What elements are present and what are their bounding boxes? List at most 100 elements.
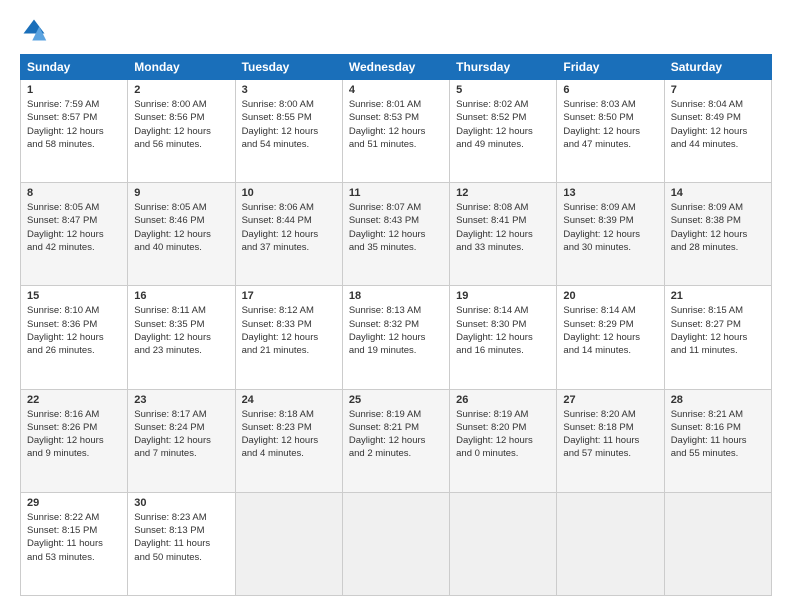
cell-content: Sunrise: 8:15 AMSunset: 8:27 PMDaylight:… xyxy=(671,305,748,356)
cell-content: Sunrise: 8:05 AMSunset: 8:46 PMDaylight:… xyxy=(134,202,211,253)
calendar-cell: 28 Sunrise: 8:21 AMSunset: 8:16 PMDayligh… xyxy=(664,389,771,492)
day-number: 27 xyxy=(563,394,657,406)
calendar-cell: 21Sunrise: 8:15 AMSunset: 8:27 PMDayligh… xyxy=(664,286,771,389)
calendar-cell xyxy=(235,492,342,595)
cell-content: Sunrise: 8:12 AMSunset: 8:33 PMDaylight:… xyxy=(242,305,319,356)
calendar-cell: 20 Sunrise: 8:14 AMSunset: 8:29 PMDayligh… xyxy=(557,286,664,389)
day-number: 9 xyxy=(134,187,228,199)
cell-content: Sunrise: 8:14 AMSunset: 8:29 PMDaylight:… xyxy=(563,305,640,356)
day-number: 28 xyxy=(671,394,765,406)
day-number: 12 xyxy=(456,187,550,199)
cell-content: Sunrise: 8:03 AMSunset: 8:50 PMDaylight:… xyxy=(563,99,640,150)
calendar-cell: 30 Sunrise: 8:23 AMSunset: 8:13 PMDayligh… xyxy=(128,492,235,595)
day-number: 11 xyxy=(349,187,443,199)
day-number: 7 xyxy=(671,84,765,96)
calendar-cell: 1Sunrise: 7:59 AMSunset: 8:57 PMDaylight… xyxy=(21,80,128,183)
calendar-day-header: Wednesday xyxy=(342,55,449,80)
day-number: 3 xyxy=(242,84,336,96)
calendar-cell: 8 Sunrise: 8:05 AMSunset: 8:47 PMDaylight… xyxy=(21,183,128,286)
cell-content: Sunrise: 8:13 AMSunset: 8:32 PMDaylight:… xyxy=(349,305,426,356)
calendar-cell: 15Sunrise: 8:10 AMSunset: 8:36 PMDayligh… xyxy=(21,286,128,389)
cell-content: Sunrise: 8:20 AMSunset: 8:18 PMDaylight:… xyxy=(563,409,639,460)
day-number: 25 xyxy=(349,394,443,406)
day-number: 2 xyxy=(134,84,228,96)
calendar-week-row: 29Sunrise: 8:22 AMSunset: 8:15 PMDayligh… xyxy=(21,492,772,595)
day-number: 17 xyxy=(242,290,336,302)
day-number: 26 xyxy=(456,394,550,406)
logo-icon xyxy=(20,16,48,44)
calendar-cell: 9 Sunrise: 8:05 AMSunset: 8:46 PMDaylight… xyxy=(128,183,235,286)
calendar-cell: 24 Sunrise: 8:18 AMSunset: 8:23 PMDayligh… xyxy=(235,389,342,492)
cell-content: Sunrise: 8:02 AMSunset: 8:52 PMDaylight:… xyxy=(456,99,533,150)
cell-content: Sunrise: 8:19 AMSunset: 8:21 PMDaylight:… xyxy=(349,409,426,460)
calendar-day-header: Thursday xyxy=(450,55,557,80)
calendar-week-row: 8 Sunrise: 8:05 AMSunset: 8:47 PMDaylight… xyxy=(21,183,772,286)
cell-content: Sunrise: 8:00 AMSunset: 8:55 PMDaylight:… xyxy=(242,99,319,150)
cell-content: Sunrise: 8:16 AMSunset: 8:26 PMDaylight:… xyxy=(27,409,104,460)
cell-content: Sunrise: 8:09 AMSunset: 8:39 PMDaylight:… xyxy=(563,202,640,253)
calendar-cell: 13 Sunrise: 8:09 AMSunset: 8:39 PMDayligh… xyxy=(557,183,664,286)
calendar-cell xyxy=(664,492,771,595)
logo xyxy=(20,16,52,44)
calendar-day-header: Tuesday xyxy=(235,55,342,80)
cell-content: Sunrise: 8:18 AMSunset: 8:23 PMDaylight:… xyxy=(242,409,319,460)
day-number: 30 xyxy=(134,497,228,509)
cell-content: Sunrise: 8:10 AMSunset: 8:36 PMDaylight:… xyxy=(27,305,104,356)
calendar-cell: 22Sunrise: 8:16 AMSunset: 8:26 PMDayligh… xyxy=(21,389,128,492)
calendar-cell: 26 Sunrise: 8:19 AMSunset: 8:20 PMDayligh… xyxy=(450,389,557,492)
day-number: 20 xyxy=(563,290,657,302)
day-number: 8 xyxy=(27,187,121,199)
day-number: 14 xyxy=(671,187,765,199)
calendar-cell: 23 Sunrise: 8:17 AMSunset: 8:24 PMDayligh… xyxy=(128,389,235,492)
calendar-cell: 3 Sunrise: 8:00 AMSunset: 8:55 PMDaylight… xyxy=(235,80,342,183)
calendar-week-row: 22Sunrise: 8:16 AMSunset: 8:26 PMDayligh… xyxy=(21,389,772,492)
day-number: 23 xyxy=(134,394,228,406)
calendar-cell xyxy=(342,492,449,595)
calendar-day-header: Monday xyxy=(128,55,235,80)
calendar-cell: 5 Sunrise: 8:02 AMSunset: 8:52 PMDaylight… xyxy=(450,80,557,183)
day-number: 4 xyxy=(349,84,443,96)
calendar-cell xyxy=(557,492,664,595)
day-number: 13 xyxy=(563,187,657,199)
calendar-week-row: 15Sunrise: 8:10 AMSunset: 8:36 PMDayligh… xyxy=(21,286,772,389)
calendar-cell: 7 Sunrise: 8:04 AMSunset: 8:49 PMDaylight… xyxy=(664,80,771,183)
calendar-cell: 12 Sunrise: 8:08 AMSunset: 8:41 PMDayligh… xyxy=(450,183,557,286)
calendar-cell: 19Sunrise: 8:14 AMSunset: 8:30 PMDayligh… xyxy=(450,286,557,389)
calendar-cell: 29Sunrise: 8:22 AMSunset: 8:15 PMDayligh… xyxy=(21,492,128,595)
cell-content: Sunrise: 8:23 AMSunset: 8:13 PMDaylight:… xyxy=(134,512,210,563)
calendar-cell: 17 Sunrise: 8:12 AMSunset: 8:33 PMDayligh… xyxy=(235,286,342,389)
day-number: 24 xyxy=(242,394,336,406)
day-number: 5 xyxy=(456,84,550,96)
cell-content: Sunrise: 8:07 AMSunset: 8:43 PMDaylight:… xyxy=(349,202,426,253)
cell-content: Sunrise: 8:04 AMSunset: 8:49 PMDaylight:… xyxy=(671,99,748,150)
header xyxy=(20,16,772,44)
calendar-cell: 27 Sunrise: 8:20 AMSunset: 8:18 PMDayligh… xyxy=(557,389,664,492)
cell-content: Sunrise: 8:06 AMSunset: 8:44 PMDaylight:… xyxy=(242,202,319,253)
cell-content: Sunrise: 8:17 AMSunset: 8:24 PMDaylight:… xyxy=(134,409,211,460)
day-number: 18 xyxy=(349,290,443,302)
calendar-cell: 25 Sunrise: 8:19 AMSunset: 8:21 PMDayligh… xyxy=(342,389,449,492)
cell-content: Sunrise: 8:08 AMSunset: 8:41 PMDaylight:… xyxy=(456,202,533,253)
calendar-week-row: 1Sunrise: 7:59 AMSunset: 8:57 PMDaylight… xyxy=(21,80,772,183)
calendar-cell: 14 Sunrise: 8:09 AMSunset: 8:38 PMDayligh… xyxy=(664,183,771,286)
calendar-header-row: SundayMondayTuesdayWednesdayThursdayFrid… xyxy=(21,55,772,80)
day-number: 29 xyxy=(27,497,121,509)
cell-content: Sunrise: 8:09 AMSunset: 8:38 PMDaylight:… xyxy=(671,202,748,253)
calendar-cell: 10 Sunrise: 8:06 AMSunset: 8:44 PMDayligh… xyxy=(235,183,342,286)
calendar-cell: 2Sunrise: 8:00 AMSunset: 8:56 PMDaylight… xyxy=(128,80,235,183)
calendar-cell: 6 Sunrise: 8:03 AMSunset: 8:50 PMDaylight… xyxy=(557,80,664,183)
cell-content: Sunrise: 8:19 AMSunset: 8:20 PMDaylight:… xyxy=(456,409,533,460)
day-number: 6 xyxy=(563,84,657,96)
calendar-cell: 18 Sunrise: 8:13 AMSunset: 8:32 PMDayligh… xyxy=(342,286,449,389)
cell-content: Sunrise: 8:21 AMSunset: 8:16 PMDaylight:… xyxy=(671,409,747,460)
cell-content: Sunrise: 8:05 AMSunset: 8:47 PMDaylight:… xyxy=(27,202,104,253)
cell-content: Sunrise: 8:11 AMSunset: 8:35 PMDaylight:… xyxy=(134,305,211,356)
day-number: 10 xyxy=(242,187,336,199)
page: SundayMondayTuesdayWednesdayThursdayFrid… xyxy=(0,0,792,612)
calendar-day-header: Friday xyxy=(557,55,664,80)
calendar-table: SundayMondayTuesdayWednesdayThursdayFrid… xyxy=(20,54,772,596)
calendar-cell: 11 Sunrise: 8:07 AMSunset: 8:43 PMDayligh… xyxy=(342,183,449,286)
calendar-day-header: Saturday xyxy=(664,55,771,80)
day-number: 19 xyxy=(456,290,550,302)
cell-content: Sunrise: 7:59 AMSunset: 8:57 PMDaylight:… xyxy=(27,99,104,150)
